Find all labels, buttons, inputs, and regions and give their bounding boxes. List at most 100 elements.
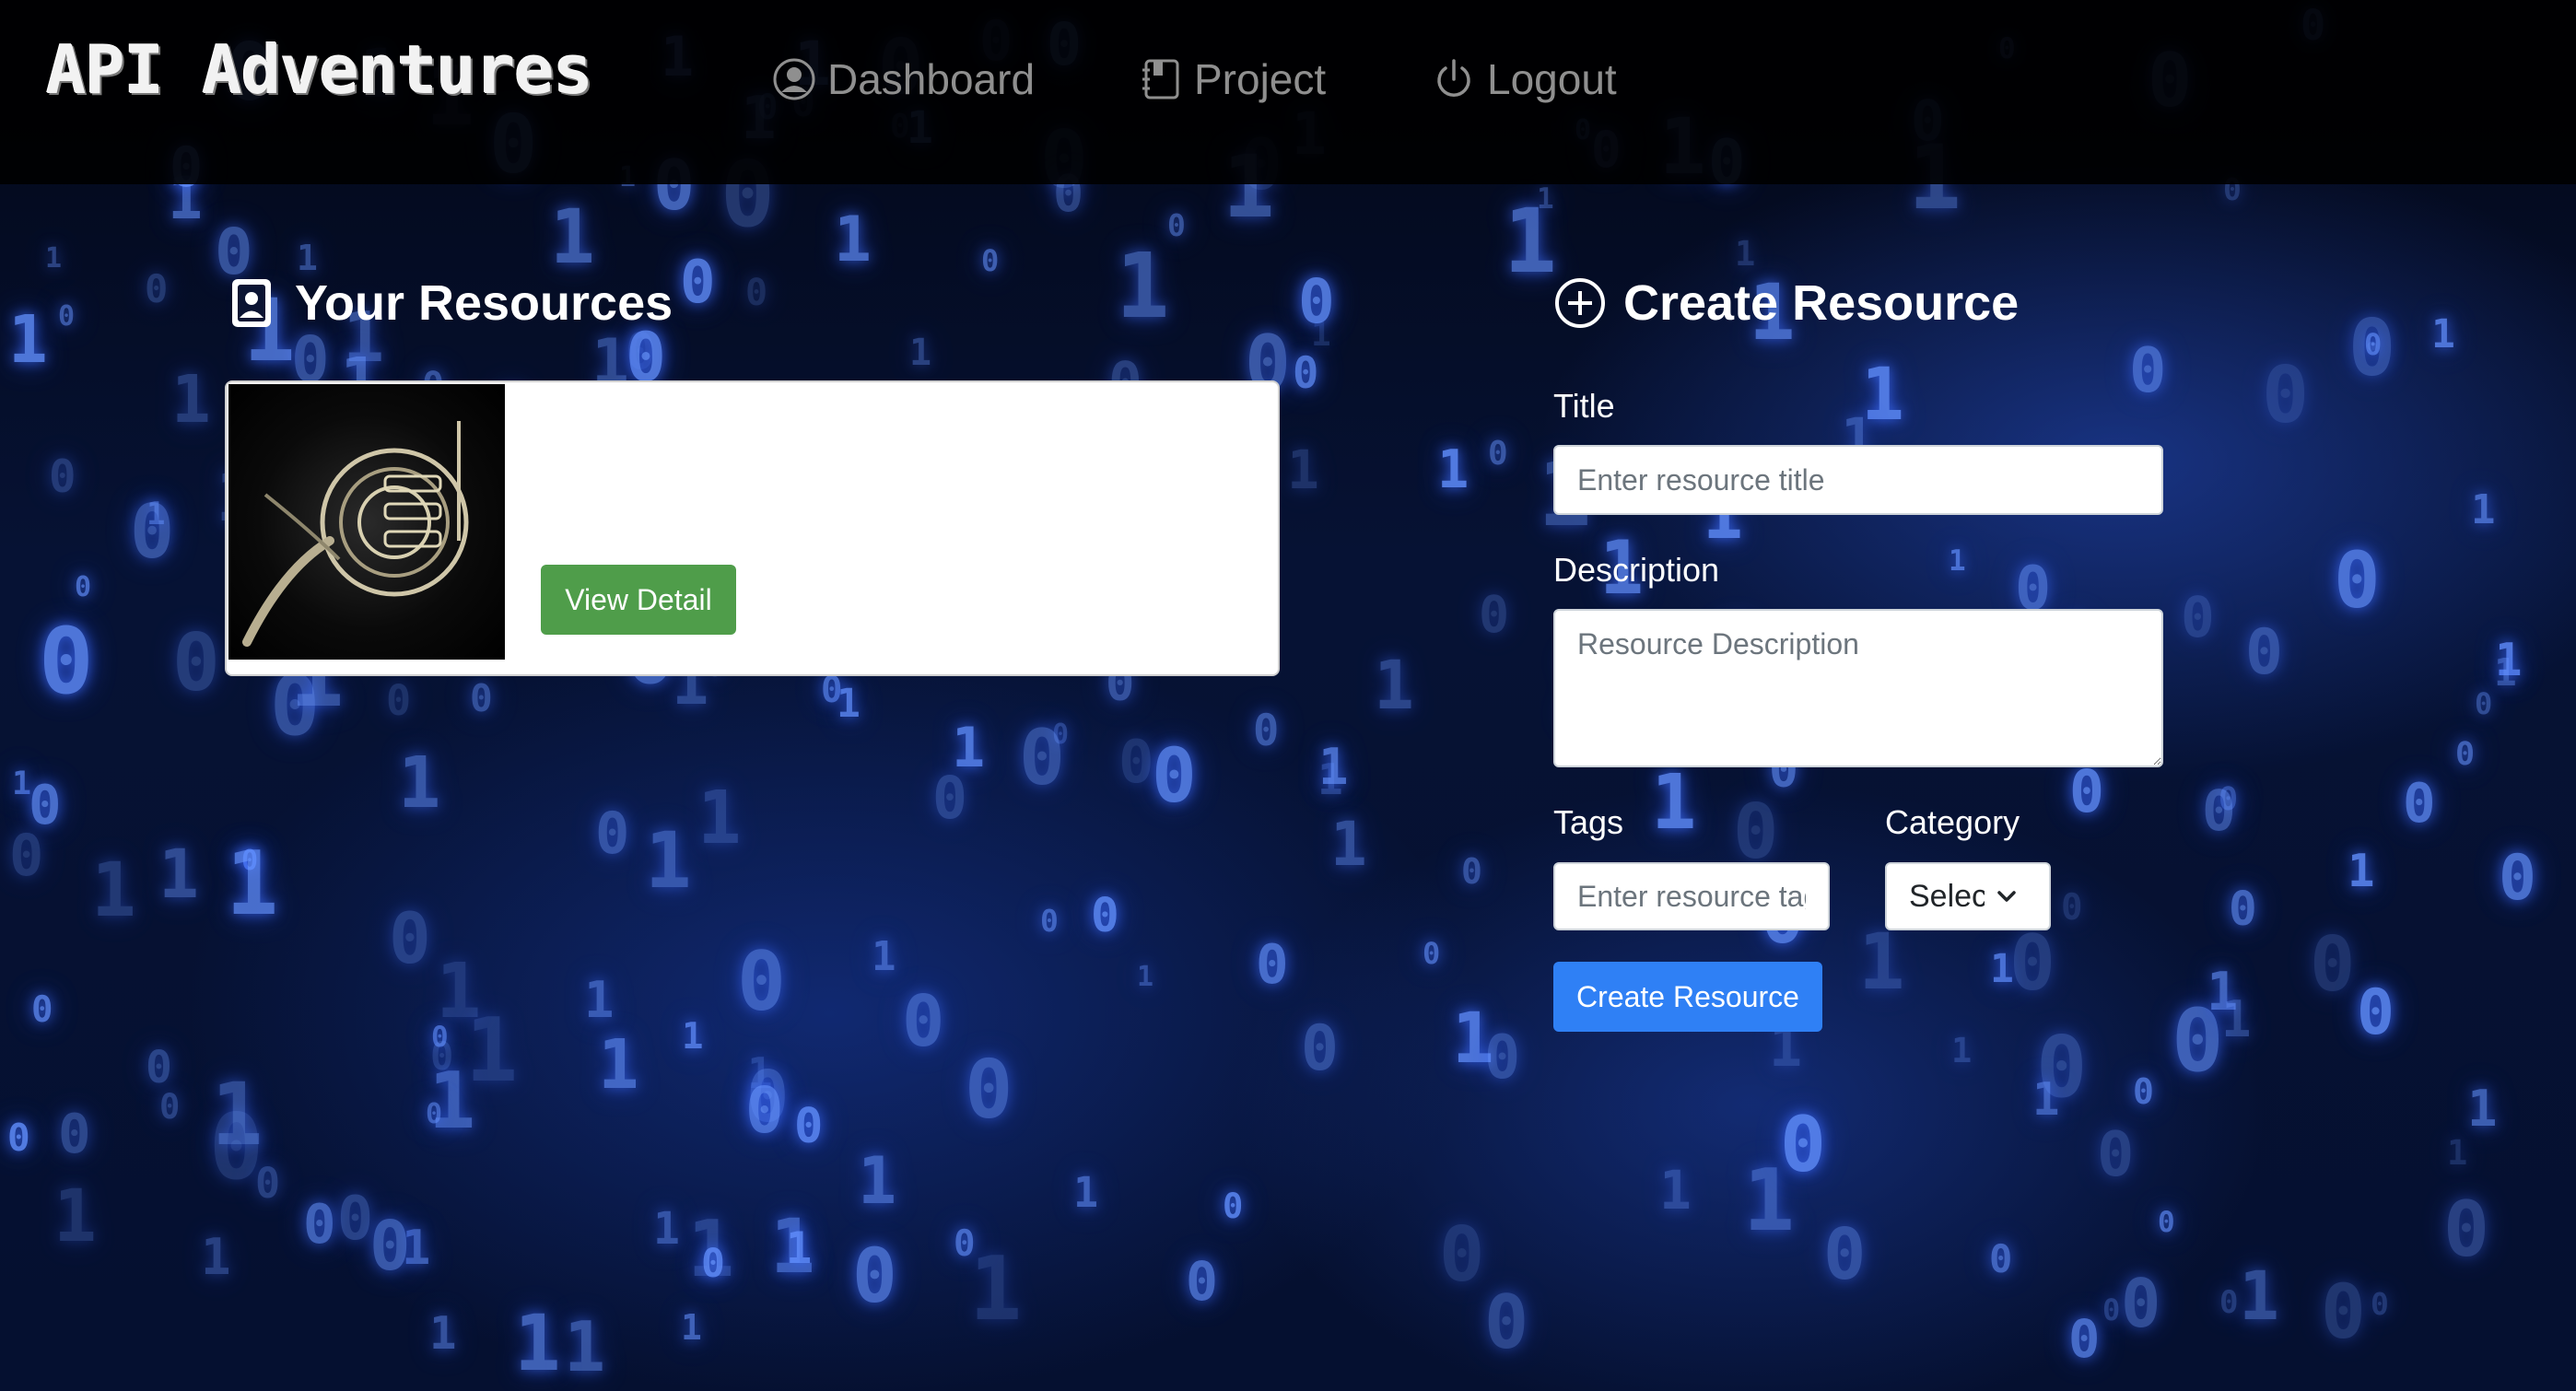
rain-glyph: 1 [2032,1073,2060,1126]
rain-glyph: 0 [1152,733,1197,820]
plus-circle-icon [1555,278,1605,328]
rain-glyph: 0 [595,800,630,867]
rain-glyph: 0 [1823,1214,1867,1296]
rain-glyph: 0 [1780,1100,1826,1189]
rain-glyph: 0 [701,1241,725,1287]
description-label: Description [1553,551,1720,589]
tags-input[interactable] [1553,862,1830,930]
power-icon [1437,59,1470,97]
rain-glyph: 1 [146,496,166,532]
rain-glyph: 0 [2310,921,2356,1009]
rain-glyph: 0 [146,1042,172,1093]
create-resource-button[interactable]: Create Resource [1553,962,1822,1032]
rain-glyph: 0 [965,1043,1013,1137]
rain-glyph: 0 [1256,932,1289,996]
view-detail-button[interactable]: View Detail [541,565,736,635]
category-select[interactable]: Select [1885,862,2051,930]
rain-glyph: 0 [1253,706,1280,756]
rain-glyph: 1 [91,847,136,934]
rain-glyph: 1 [858,1143,897,1219]
rain-glyph: 1 [1537,182,1554,216]
rain-glyph: 0 [255,1159,281,1208]
nav-link-logout[interactable]: Logout [1432,50,1617,109]
rain-glyph: 1 [837,681,861,727]
rain-glyph: 0 [2121,1265,2161,1342]
digital-rain-background: 0011001110100010010000100100010100000100… [0,0,2576,1391]
rain-glyph: 0 [1989,1236,2013,1281]
rain-glyph: 1 [682,1016,704,1058]
nav-link-label: Project [1194,55,1327,103]
rain-glyph: 1 [2494,650,2517,695]
rain-glyph: 1 [1659,1159,1692,1222]
rain-glyph: 0 [426,1098,443,1130]
your-resources-title: Your Resources [295,275,673,331]
rain-glyph: 0 [852,1233,897,1320]
rain-glyph: 0 [2245,616,2283,689]
rain-glyph: 0 [2455,736,2476,773]
nav-link-dashboard[interactable]: Dashboard [772,50,1035,109]
french-horn-image [228,384,505,660]
rain-glyph: 1 [598,1025,639,1105]
create-resource-heading: Create Resource [1553,275,2019,332]
rain-glyph: 1 [1137,961,1154,993]
rain-glyph: 1 [514,1298,561,1388]
rain-glyph: 0 [1301,1012,1339,1085]
rain-glyph: 0 [75,571,92,603]
rain-glyph: 1 [834,204,872,276]
rain-glyph: 1 [1951,1031,1973,1070]
title-input[interactable] [1553,445,2163,515]
rain-glyph: 0 [794,1099,824,1154]
resource-card: View Detail [225,380,1280,676]
rain-glyph: 1 [1287,438,1319,501]
rain-glyph: 0 [2219,1284,2239,1321]
title-label: Title [1553,387,1615,425]
rain-glyph: 1 [1330,809,1367,880]
rain-glyph: 0 [2129,334,2167,406]
rain-glyph: 0 [1484,1023,1521,1093]
rain-glyph: 0 [2475,686,2493,721]
rain-glyph: 0 [981,243,1000,278]
category-select-value: Select [1909,878,1985,914]
rain-glyph: 0 [680,249,716,317]
rain-glyph: 0 [145,266,169,311]
rain-glyph: 1 [398,742,441,824]
rain-glyph: 0 [1479,585,1510,644]
rain-glyph: 1 [171,361,211,438]
rain-glyph: 1 [429,1307,457,1360]
rain-glyph: 1 [909,332,932,374]
description-textarea[interactable] [1553,609,2163,767]
rain-glyph: 1 [2471,486,2496,533]
rain-glyph: 0 [386,676,412,725]
rain-glyph: 1 [697,776,742,860]
rain-glyph: 0 [2068,1309,2101,1370]
rain-glyph: 1 [436,948,482,1035]
nav-link-label: Logout [1487,55,1617,103]
rain-glyph: 1 [2447,1133,2468,1173]
rain-glyph: 0 [2009,918,2055,1008]
nav-link-project[interactable]: Project [1139,50,1326,109]
rain-glyph: 1 [8,301,48,378]
rain-glyph: 0 [2202,778,2236,844]
rain-glyph: 0 [2133,1071,2154,1112]
rain-glyph: 0 [159,1087,181,1127]
rain-glyph: 1 [2348,845,2375,897]
rain-glyph: 0 [31,989,53,1031]
rain-glyph: 0 [2443,1185,2489,1274]
rain-glyph: 0 [369,1207,411,1286]
rain-glyph: 1 [584,971,615,1029]
rain-glyph: 0 [745,272,768,314]
rain-glyph: 0 [2181,585,2215,650]
rain-glyph: 0 [430,1034,454,1079]
rain-glyph: 0 [2334,535,2381,625]
rain-glyph: 0 [1484,1280,1529,1365]
rain-glyph: 0 [2321,1269,2366,1356]
rain-glyph: 0 [1298,266,1335,337]
brand-logo[interactable]: API Adventures [46,31,593,109]
rain-glyph: 1 [1651,759,1697,847]
rain-glyph: 0 [1040,903,1059,939]
top-navbar: API Adventures Dashboard Project Logout [0,0,2576,184]
rain-glyph: 0 [745,1074,784,1148]
rain-glyph: 1 [2221,990,2252,1048]
rain-glyph: 0 [1488,435,1508,473]
create-resource-title: Create Resource [1623,275,2020,331]
